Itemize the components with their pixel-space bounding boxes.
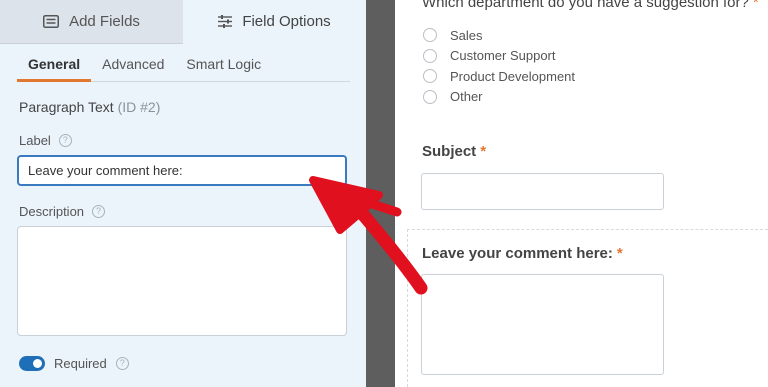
field-type: Paragraph Text bbox=[19, 99, 114, 115]
radio-circle-icon[interactable] bbox=[423, 89, 437, 104]
label-title: Label bbox=[19, 133, 51, 148]
required-row: Required ? bbox=[19, 356, 129, 371]
comment-textarea[interactable] bbox=[421, 274, 664, 375]
field-type-heading: Paragraph Text (ID #2) bbox=[19, 99, 160, 115]
radio-circle-icon[interactable] bbox=[423, 48, 437, 63]
tab-add-fields-label: Add Fields bbox=[69, 13, 140, 30]
subtab-advanced[interactable]: Advanced bbox=[91, 46, 175, 82]
field-options-panel: Add Fields Field Options General Advance… bbox=[0, 0, 366, 387]
comment-label-text: Leave your comment here: bbox=[422, 245, 613, 262]
radio-circle-icon[interactable] bbox=[423, 28, 437, 43]
label-field[interactable] bbox=[17, 155, 347, 186]
radio-circle-icon[interactable] bbox=[423, 69, 437, 84]
radio-option[interactable]: Other bbox=[423, 87, 575, 108]
help-icon[interactable]: ? bbox=[58, 134, 72, 147]
tab-divider bbox=[0, 43, 183, 44]
label-row: Label ? bbox=[19, 133, 72, 148]
comment-label: Leave your comment here: * bbox=[422, 245, 623, 262]
tab-add-fields[interactable]: Add Fields bbox=[0, 0, 183, 43]
subject-label: Subject * bbox=[422, 143, 486, 160]
department-question: Which department do you have a suggestio… bbox=[422, 0, 759, 11]
subtab-smart-logic[interactable]: Smart Logic bbox=[175, 46, 272, 82]
radio-option[interactable]: Sales bbox=[423, 25, 575, 46]
tab-field-options[interactable]: Field Options bbox=[183, 0, 366, 43]
options-subtabs: General Advanced Smart Logic bbox=[17, 46, 350, 82]
description-title: Description bbox=[19, 204, 85, 219]
radio-option[interactable]: Product Development bbox=[423, 66, 575, 87]
radio-option-label: Other bbox=[450, 89, 483, 105]
subject-input[interactable] bbox=[421, 173, 664, 210]
field-id: (ID #2) bbox=[117, 99, 161, 115]
sliders-icon bbox=[218, 15, 233, 28]
help-icon[interactable]: ? bbox=[115, 357, 129, 370]
radio-option-label: Product Development bbox=[450, 68, 576, 84]
add-fields-icon bbox=[43, 15, 60, 28]
panel-divider bbox=[366, 0, 395, 387]
required-marker: * bbox=[752, 0, 759, 11]
description-field[interactable] bbox=[17, 226, 347, 336]
required-marker: * bbox=[480, 143, 487, 160]
radio-option-label: Customer Support bbox=[450, 48, 556, 64]
form-preview: Which department do you have a suggestio… bbox=[395, 0, 768, 387]
required-label: Required bbox=[54, 356, 107, 371]
panel-tabs: Add Fields Field Options bbox=[0, 0, 366, 43]
required-toggle[interactable] bbox=[19, 356, 45, 371]
tab-field-options-label: Field Options bbox=[242, 13, 331, 30]
radio-option-label: Sales bbox=[450, 27, 483, 43]
description-row: Description ? bbox=[19, 204, 106, 219]
help-icon[interactable]: ? bbox=[92, 205, 106, 218]
radio-option[interactable]: Customer Support bbox=[423, 46, 575, 67]
department-options: Sales Customer Support Product Developme… bbox=[423, 25, 575, 107]
subtab-general[interactable]: General bbox=[17, 46, 92, 82]
required-marker: * bbox=[616, 245, 623, 262]
subject-label-text: Subject bbox=[422, 143, 477, 160]
department-question-label: Which department do you have a suggestio… bbox=[422, 0, 749, 11]
